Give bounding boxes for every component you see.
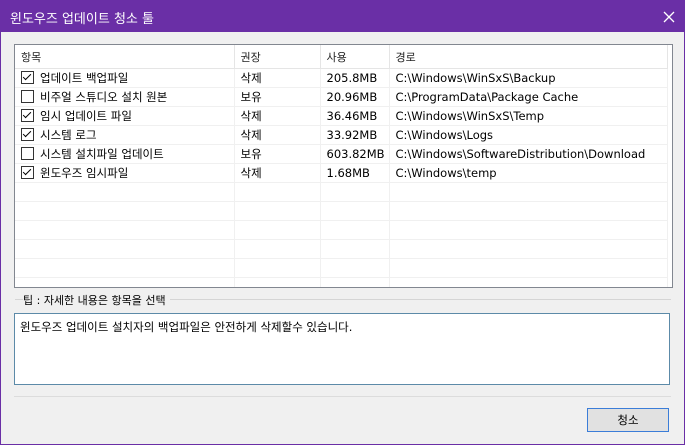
table-row[interactable]: 비주얼 스튜디오 설치 원본 보유 20.96MB C:\ProgramData\Pa…: [15, 87, 668, 107]
table-row[interactable]: 임시 업데이트 파일 삭제 36.46MB C:\Windows\WinSxS\Tem…: [15, 106, 668, 126]
tip-text: 윈도우즈 업데이트 설치자의 백업파일은 안전하게 삭제할수 있습니다.: [20, 320, 353, 334]
table-row: [15, 258, 668, 278]
path-cell: C:\ProgramData\Package Cache: [389, 87, 668, 107]
empty-cell: [15, 201, 235, 221]
table-row: [15, 239, 668, 259]
item-cell: 시스템 설치파일 업데이트: [15, 144, 235, 164]
empty-cell: [234, 277, 321, 287]
item-cell: 시스템 로그: [15, 125, 235, 145]
empty-cell: [389, 201, 668, 221]
column-header-recommend[interactable]: 권장: [234, 45, 321, 69]
item-name: 비주얼 스튜디오 설치 원본: [40, 90, 168, 104]
empty-cell: [234, 201, 321, 221]
row-checkbox[interactable]: [21, 128, 34, 141]
empty-cell: [15, 258, 235, 278]
row-checkbox[interactable]: [21, 166, 34, 179]
size-cell: 36.46MB: [320, 106, 390, 126]
empty-cell: [320, 220, 390, 240]
empty-cell: [234, 239, 321, 259]
item-cell: 임시 업데이트 파일: [15, 106, 235, 126]
table-row: [15, 220, 668, 240]
header-row: 항목 권장 사용 경로: [15, 45, 668, 69]
empty-cell: [15, 239, 235, 259]
path-cell: C:\Windows\SoftwareDistribution\Download: [389, 144, 668, 164]
table-row[interactable]: 윈도우즈 임시파일 삭제 1.68MB C:\Windows\temp: [15, 163, 668, 183]
empty-cell: [234, 182, 321, 202]
footer-divider: [14, 396, 671, 397]
empty-cell: [320, 277, 390, 287]
item-name: 시스템 설치파일 업데이트: [40, 147, 164, 161]
item-name: 시스템 로그: [40, 128, 97, 142]
clean-button[interactable]: 청소: [587, 408, 669, 432]
recommend-cell: 보유: [234, 144, 321, 164]
empty-cell: [234, 220, 321, 240]
size-cell: 205.8MB: [320, 68, 390, 88]
path-cell: C:\Windows\temp: [389, 163, 668, 183]
empty-cell: [389, 277, 668, 287]
recommend-cell: 삭제: [234, 163, 321, 183]
empty-cell: [320, 258, 390, 278]
item-cell: 업데이트 백업파일: [15, 68, 235, 88]
empty-cell: [15, 277, 235, 287]
row-checkbox[interactable]: [21, 71, 34, 84]
recommend-cell: 삭제: [234, 68, 321, 88]
empty-cell: [320, 182, 390, 202]
item-cell: 윈도우즈 임시파일: [15, 163, 235, 183]
empty-cell: [15, 182, 235, 202]
close-button[interactable]: [653, 1, 684, 32]
tip-textbox[interactable]: 윈도우즈 업데이트 설치자의 백업파일은 안전하게 삭제할수 있습니다.: [14, 313, 670, 385]
path-cell: C:\Windows\WinSxS\Temp: [389, 106, 668, 126]
table-row[interactable]: 시스템 로그 삭제 33.92MB C:\Windows\Logs: [15, 125, 668, 145]
row-checkbox[interactable]: [21, 90, 34, 103]
empty-cell: [389, 220, 668, 240]
close-icon: [663, 11, 674, 22]
tip-label: 팁 : 자세한 내용은 항목을 선택: [23, 292, 170, 308]
empty-cell: [320, 201, 390, 221]
item-name: 윈도우즈 임시파일: [40, 166, 129, 180]
table-row: [15, 201, 668, 221]
window-title: 윈도우즈 업데이트 청소 툴: [10, 12, 154, 27]
empty-cell: [389, 182, 668, 202]
table-row: [15, 182, 668, 202]
column-header-path[interactable]: 경로: [389, 45, 668, 69]
recommend-cell: 삭제: [234, 125, 321, 145]
table-row[interactable]: 업데이트 백업파일 삭제 205.8MB C:\Windows\WinSxS\Back…: [15, 68, 668, 88]
size-cell: 603.82MB: [320, 144, 390, 164]
empty-cell: [234, 258, 321, 278]
recommend-cell: 삭제: [234, 106, 321, 126]
app-window: 윈도우즈 업데이트 청소 툴 항목 권장 사용 경로 업데이트 백업파일 삭제 20…: [0, 0, 685, 445]
cleanup-list[interactable]: 항목 권장 사용 경로 업데이트 백업파일 삭제 205.8MB C:\Windows…: [14, 44, 673, 288]
table-row[interactable]: 시스템 설치파일 업데이트 보유 603.82MB C:\Windows\Softwa…: [15, 144, 668, 164]
title-bar[interactable]: 윈도우즈 업데이트 청소 툴: [1, 1, 684, 32]
row-checkbox[interactable]: [21, 109, 34, 122]
empty-cell: [15, 220, 235, 240]
empty-cell: [389, 239, 668, 259]
item-name: 업데이트 백업파일: [40, 71, 129, 85]
size-cell: 33.92MB: [320, 125, 390, 145]
recommend-cell: 보유: [234, 87, 321, 107]
size-cell: 1.68MB: [320, 163, 390, 183]
empty-cell: [320, 239, 390, 259]
item-cell: 비주얼 스튜디오 설치 원본: [15, 87, 235, 107]
row-checkbox[interactable]: [21, 147, 34, 160]
item-name: 임시 업데이트 파일: [40, 109, 132, 123]
column-header-item[interactable]: 항목: [15, 45, 235, 69]
column-header-size[interactable]: 사용: [320, 45, 390, 69]
path-cell: C:\Windows\WinSxS\Backup: [389, 68, 668, 88]
size-cell: 20.96MB: [320, 87, 390, 107]
empty-cell: [389, 258, 668, 278]
path-cell: C:\Windows\Logs: [389, 125, 668, 145]
table-row: [15, 277, 668, 287]
cleanup-table: 항목 권장 사용 경로 업데이트 백업파일 삭제 205.8MB C:\Windows…: [15, 45, 668, 287]
